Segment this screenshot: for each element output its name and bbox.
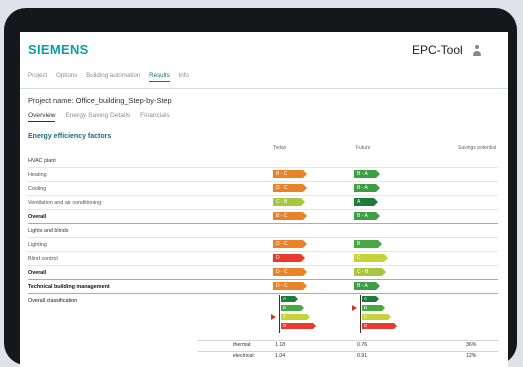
siemens-logo: SIEMENS [28, 42, 89, 57]
row-label: Technical building management [28, 284, 110, 290]
rating-future: B [354, 240, 382, 248]
tab-energy-saving-details[interactable]: Energy Saving Details [65, 112, 130, 119]
scale-future-b: B [362, 305, 385, 311]
rating-today: D [273, 254, 305, 262]
summary-future: 0.91 [357, 353, 368, 359]
column-savings: Savings potential [458, 145, 497, 151]
nav-project[interactable]: Project [28, 72, 47, 79]
rating-future: B - A [354, 170, 380, 178]
rating-today: C - B [273, 198, 305, 206]
user-icon[interactable] [472, 45, 482, 57]
rating-future: B - A [354, 282, 380, 290]
classification-marker-today [271, 314, 276, 320]
rating-today: D - C [273, 282, 307, 290]
row-label: Lighting [28, 242, 47, 248]
classification-marker-future [352, 305, 357, 311]
nav-results[interactable]: Results [149, 72, 170, 82]
scale-axis-future [360, 295, 361, 333]
rating-future: B - A [354, 212, 380, 220]
scale-future-c: C [362, 314, 391, 320]
summary-divider [198, 340, 498, 341]
tab-financials[interactable]: Financials [140, 112, 170, 119]
overall-classification-row: Overall classification A B C D A B C D [28, 294, 498, 338]
summary-savings: 36% [466, 342, 477, 348]
table-row: Heating B - C B - A [28, 168, 498, 182]
table-row: Lights and blinds [28, 224, 498, 238]
scale-future-d: D [362, 323, 397, 329]
rating-future: A [354, 198, 378, 206]
results-subnav: Overview Energy Saving Details Financial… [28, 112, 178, 122]
nav-building-automation[interactable]: Building automation [86, 72, 140, 79]
table-row: Technical building management D - C B - A [28, 280, 498, 294]
column-future: Future [356, 145, 371, 151]
scale-today-a: A [281, 296, 298, 302]
tab-overview[interactable]: Overview [28, 112, 56, 122]
scale-today-c: C [281, 314, 310, 320]
row-label: HVAC plant [28, 158, 56, 164]
table-row: HVAC plant [28, 154, 498, 168]
summary-today: 1.04 [275, 353, 286, 359]
table-row: Blind control D C [28, 252, 498, 266]
rating-future: B - A [354, 184, 380, 192]
rating-today: B - C [273, 170, 307, 178]
summary-label: thermal: [233, 342, 252, 348]
row-label: Cooling [28, 186, 47, 192]
overall-classification-label: Overall classification [28, 298, 78, 304]
rating-future: C - B [354, 268, 386, 276]
table-row: Ventilation and air conditioning C - B A [28, 196, 498, 210]
project-name: Project name: Office_building_Step-by-St… [28, 96, 172, 105]
table-row: Cooling D - C B - A [28, 182, 498, 196]
table-row: Overall B - C B - A [28, 210, 498, 224]
summary-future: 0.76 [357, 342, 368, 348]
summary-label: electrical: [233, 353, 255, 359]
scale-future-a: A [362, 296, 379, 302]
scale-today-b: B [281, 305, 304, 311]
row-label: Overall [28, 270, 47, 276]
main-nav: Project Options Building automation Resu… [28, 72, 196, 86]
row-label: Lights and blinds [28, 228, 69, 234]
row-label: Heating [28, 172, 47, 178]
summary-divider [198, 351, 498, 352]
table-row: Lighting D - C B [28, 238, 498, 252]
top-bar: SIEMENS EPC-Tool [20, 32, 508, 70]
app-screen: SIEMENS EPC-Tool Project Options Buildin… [20, 32, 508, 367]
table-row: Overall D - C C - B [28, 266, 498, 280]
column-today: Today [273, 145, 287, 151]
section-title: Energy efficiency factors [28, 133, 112, 140]
rating-today: D - C [273, 268, 307, 276]
summary-today: 1.18 [275, 342, 286, 348]
rating-today: D - C [273, 240, 307, 248]
summary-savings: 12% [466, 353, 477, 359]
scale-axis-today [279, 295, 280, 333]
rating-today: D - C [273, 184, 307, 192]
row-label: Overall [28, 214, 47, 220]
nav-divider [20, 88, 508, 89]
rating-today: B - C [273, 212, 307, 220]
row-label: Ventilation and air conditioning [28, 200, 102, 206]
rating-future: C [354, 254, 388, 262]
scale-today-d: D [281, 323, 316, 329]
row-label: Blind control [28, 256, 58, 262]
tablet-frame: SIEMENS EPC-Tool Project Options Buildin… [4, 8, 517, 367]
app-title: EPC-Tool [412, 43, 463, 57]
nav-options[interactable]: Options [56, 72, 77, 79]
nav-info[interactable]: Info [179, 72, 189, 79]
